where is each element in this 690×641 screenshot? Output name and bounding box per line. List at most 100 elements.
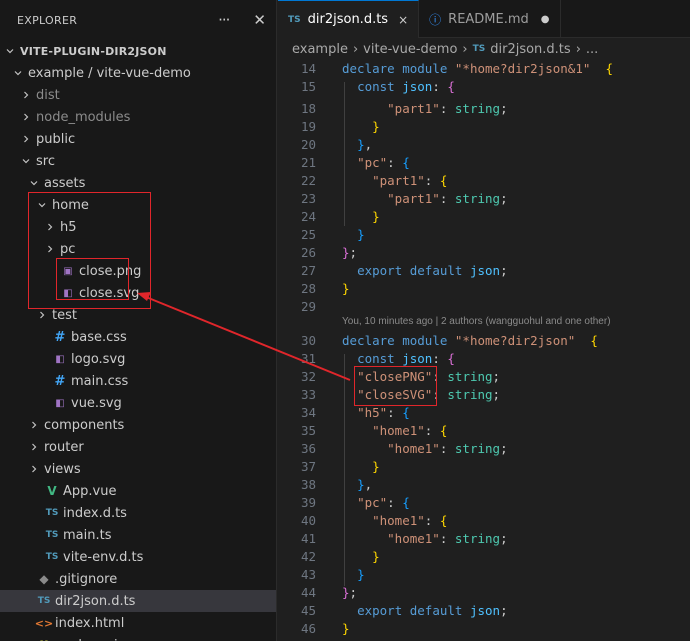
code-token: "pc": [357, 495, 388, 510]
code-text: "pc": {: [342, 154, 410, 172]
code-text: };: [342, 584, 357, 602]
code-token: :: [387, 405, 403, 420]
tree-item-label: base.css: [71, 329, 127, 345]
tree-item[interactable]: public: [0, 128, 276, 150]
tree-item[interactable]: ◧ close.svg: [0, 282, 276, 304]
code-text: }: [342, 226, 365, 244]
tree-item[interactable]: ◆ .gitignore: [0, 568, 276, 590]
code-token: :: [439, 531, 455, 546]
tab-label: README.md: [448, 11, 529, 27]
tree-item[interactable]: pc: [0, 238, 276, 260]
code-token: :: [439, 441, 455, 456]
tree-item[interactable]: home: [0, 194, 276, 216]
tree-item[interactable]: ▣ close.png: [0, 260, 276, 282]
code-line: 25 }: [278, 226, 690, 244]
tree-item[interactable]: TS main.ts: [0, 524, 276, 546]
code-token: default: [409, 263, 470, 278]
tab-readme[interactable]: ⓘ README.md ●: [419, 0, 561, 38]
tree-item-label: package.json: [55, 638, 141, 641]
tree-item[interactable]: router: [0, 436, 276, 458]
code-token: string: [454, 101, 501, 116]
breadcrumb-item[interactable]: example: [292, 42, 348, 57]
tree-item[interactable]: src: [0, 150, 276, 172]
code-token: }: [342, 245, 350, 260]
unsaved-dot-icon[interactable]: ●: [541, 14, 550, 25]
code-token: }: [357, 137, 365, 152]
tree-item-label: VITE-PLUGIN-DIR2JSON: [20, 44, 167, 58]
breadcrumb-symbol[interactable]: ...: [586, 42, 598, 57]
typescript-file-icon: TS: [288, 14, 301, 25]
tree-item[interactable]: components: [0, 414, 276, 436]
tree-item-label: example / vite-vue-demo: [28, 65, 191, 81]
css-file-icon: #: [54, 373, 66, 389]
tree-item[interactable]: V App.vue: [0, 480, 276, 502]
tree-item[interactable]: test: [0, 304, 276, 326]
tree-item[interactable]: dist: [0, 84, 276, 106]
code-token: string: [454, 441, 501, 456]
close-icon[interactable]: ✕: [253, 12, 266, 28]
tree-item[interactable]: ◧ vue.svg: [0, 392, 276, 414]
tree-item[interactable]: node_modules: [0, 106, 276, 128]
tree-item[interactable]: h5: [0, 216, 276, 238]
git-codelens[interactable]: You, 10 minutes ago | 2 authors (wangguo…: [342, 316, 611, 327]
code-text: const json: {: [342, 78, 455, 96]
code-token: "h5": [357, 405, 388, 420]
breadcrumb-item[interactable]: vite-vue-demo: [363, 42, 457, 57]
breadcrumb-file[interactable]: dir2json.d.ts: [490, 42, 570, 57]
chevron-down-icon: [36, 200, 47, 210]
tree-item[interactable]: assets: [0, 172, 276, 194]
tree-item[interactable]: VITE-PLUGIN-DIR2JSON: [0, 40, 276, 62]
code-token: "home1": [387, 441, 440, 456]
explorer-title: EXPLORER: [17, 13, 78, 27]
code-token: ;: [492, 387, 501, 402]
code-line: 35 "home1": {: [278, 422, 690, 440]
code-text: "h5": {: [342, 404, 410, 422]
chevron-right-icon: [20, 134, 31, 144]
code-token: :: [424, 173, 440, 188]
tree-item-label: home: [52, 197, 89, 213]
line-number: 22: [300, 173, 316, 188]
typescript-file-icon: TS: [472, 44, 486, 54]
tree-item[interactable]: TS index.d.ts: [0, 502, 276, 524]
code-line: 38 },: [278, 476, 690, 494]
code-token: ;: [349, 245, 358, 260]
tree-item[interactable]: ◧ logo.svg: [0, 348, 276, 370]
tree-item[interactable]: example / vite-vue-demo: [0, 62, 276, 84]
tree-item[interactable]: <> index.html: [0, 612, 276, 634]
tab-close-icon[interactable]: ×: [398, 13, 408, 27]
tree-item[interactable]: TS dir2json.d.ts: [0, 590, 276, 612]
tree-item[interactable]: {}package.json: [0, 634, 276, 641]
tab-dir2json[interactable]: TS dir2json.d.ts ×: [278, 0, 420, 38]
code-text: "pc": {: [342, 494, 410, 512]
tree-item[interactable]: # main.css: [0, 370, 276, 392]
code-token: const: [357, 351, 403, 366]
code-line: 23 "part1": string;: [278, 190, 690, 208]
code-token: ,: [364, 477, 373, 492]
svg-file-icon: ◧: [55, 397, 65, 409]
line-number: 46: [300, 621, 316, 636]
tree-item[interactable]: TS vite-env.d.ts: [0, 546, 276, 568]
line-number: 43: [300, 567, 316, 582]
line-number: 36: [300, 441, 316, 456]
tree-item[interactable]: # base.css: [0, 326, 276, 348]
more-actions-icon[interactable]: ···: [218, 12, 230, 28]
code-token: :: [439, 191, 455, 206]
code-line: 44};: [278, 584, 690, 602]
code-editor[interactable]: 14 declare module "*home?dir2json&1" {15 …: [278, 60, 690, 641]
code-token: export: [357, 263, 410, 278]
chevron-down-icon: [4, 46, 15, 56]
tree-item-label: index.html: [55, 615, 125, 631]
code-token: }: [342, 585, 350, 600]
chevron-right-icon: [28, 420, 39, 430]
line-number: 39: [300, 495, 316, 510]
code-token: "home1": [372, 423, 425, 438]
tree-item[interactable]: views: [0, 458, 276, 480]
